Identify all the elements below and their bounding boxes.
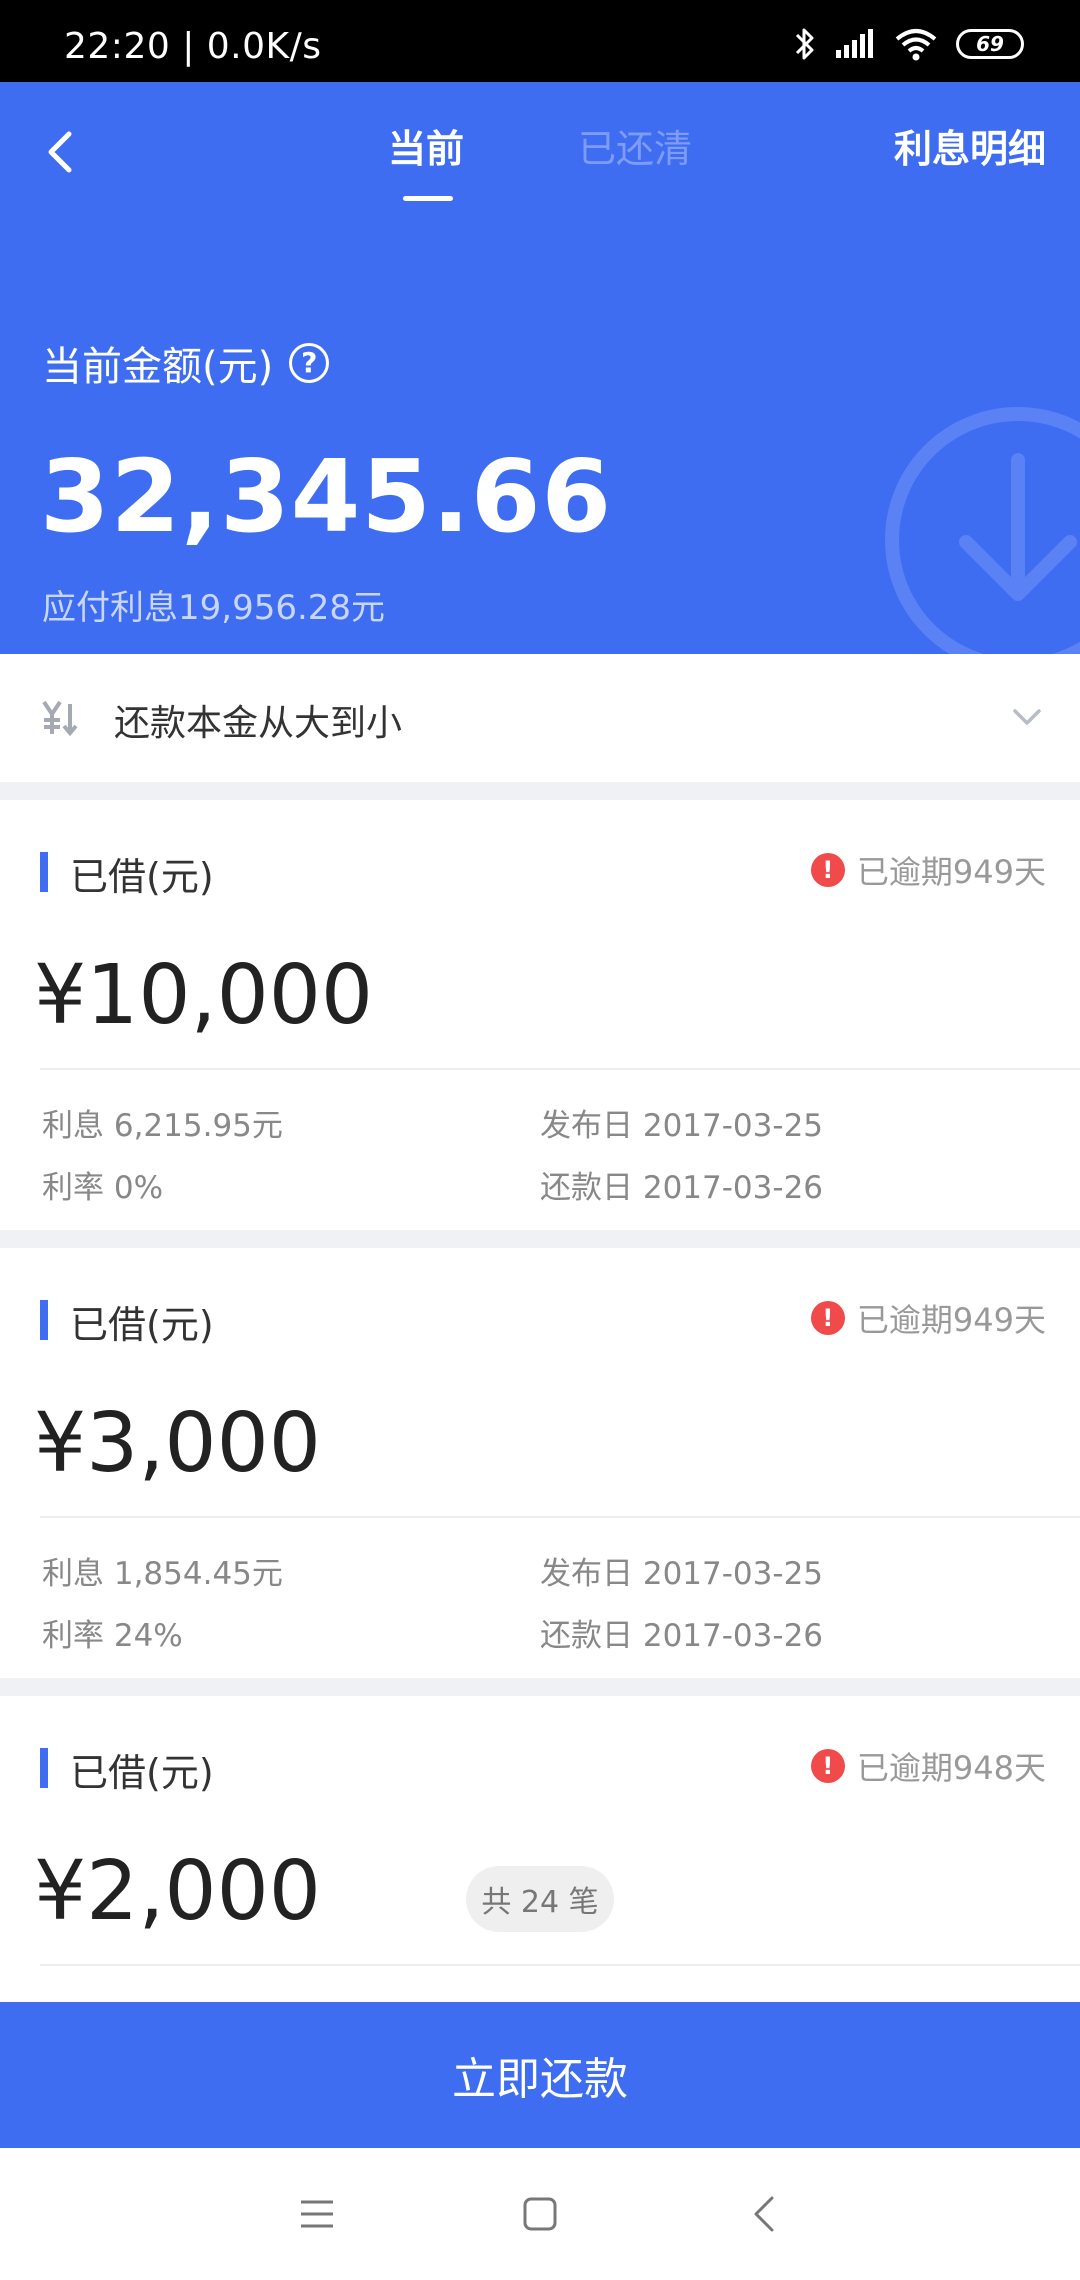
loan-title: 已借(元): [70, 1303, 214, 1347]
header: 当前 已还清 利息明细 当前金额(元) ? 32,345.66 应付利息19,9…: [0, 82, 1080, 654]
signal-icon: [836, 29, 873, 58]
overdue-text: 已逾期949天: [856, 853, 1046, 891]
alert-icon: !: [810, 1301, 845, 1335]
loan-publish-date: 发布日 2017-03-25: [540, 1108, 824, 1144]
interest-payable: 应付利息19,956.28元: [42, 588, 386, 628]
overdue-text: 已逾期949天: [856, 1301, 1046, 1339]
loan-repay-date: 还款日 2017-03-26: [540, 1170, 824, 1206]
repay-now-button[interactable]: 立即还款: [0, 2002, 1080, 2148]
chevron-left-icon: [48, 131, 72, 173]
chevron-down-icon: [1013, 709, 1041, 725]
loan-interest: 利息 6,215.95元: [42, 1108, 283, 1144]
current-amount-label-text: 当前金额(元): [42, 344, 274, 390]
help-icon[interactable]: ?: [289, 343, 330, 383]
loan-card[interactable]: 已借(元) ! 已逾期948天 ¥2,000: [0, 1696, 1080, 2002]
alert-icon: !: [810, 853, 845, 887]
wifi-icon: [895, 29, 937, 61]
section-gap: [0, 1678, 1080, 1696]
loan-amount: ¥10,000: [34, 948, 374, 1043]
current-amount-value: 32,345.66: [40, 438, 613, 555]
card-divider: [40, 1068, 1080, 1070]
overdue-status: ! 已逾期949天: [810, 850, 1046, 891]
loan-interest: 利息 1,854.45元: [42, 1556, 283, 1592]
system-nav-bar: [0, 2148, 1080, 2280]
status-separator: |: [182, 26, 207, 67]
section-gap: [0, 782, 1080, 800]
card-accent-bar: [40, 852, 48, 892]
loan-title: 已借(元): [70, 855, 214, 899]
alert-icon: !: [810, 1749, 845, 1783]
sort-label: 还款本金从大到小: [114, 703, 403, 744]
status-network-speed: 0.0K/s: [206, 26, 322, 67]
tab-current[interactable]: 当前: [388, 118, 464, 173]
status-time-speed: 22:20 | 0.0K/s: [64, 26, 322, 67]
card-divider: [40, 1516, 1080, 1518]
sort-yuan-icon: [42, 700, 78, 737]
overdue-text: 已逾期948天: [856, 1749, 1046, 1787]
section-gap: [0, 1230, 1080, 1248]
battery-level: 69: [976, 32, 1004, 56]
tab-cleared[interactable]: 已还清: [578, 118, 692, 173]
battery-icon: 69: [956, 29, 1024, 59]
overdue-status: ! 已逾期948天: [810, 1746, 1046, 1787]
home-icon[interactable]: [516, 2190, 564, 2238]
status-time: 22:20: [64, 26, 171, 67]
loan-amount: ¥2,000: [34, 1844, 321, 1939]
loan-card[interactable]: 已借(元) ! 已逾期949天 ¥10,000 利息 6,215.95元 利率 …: [0, 800, 1080, 1230]
loan-card[interactable]: 已借(元) ! 已逾期949天 ¥3,000 利息 1,854.45元 利率 2…: [0, 1248, 1080, 1678]
interest-detail-link[interactable]: 利息明细: [894, 118, 1046, 173]
loan-repay-date: 还款日 2017-03-26: [540, 1618, 824, 1654]
loan-amount: ¥3,000: [34, 1396, 321, 1491]
back-button[interactable]: [36, 112, 84, 192]
menu-icon[interactable]: [293, 2190, 341, 2238]
loan-count-badge[interactable]: 共 24 笔: [466, 1866, 614, 1932]
back-nav-icon[interactable]: [742, 2190, 790, 2238]
loan-publish-date: 发布日 2017-03-25: [540, 1556, 824, 1592]
status-icons: 69: [794, 24, 1024, 64]
status-bar: 22:20 | 0.0K/s 69: [0, 0, 1080, 82]
loan-title: 已借(元): [70, 1751, 214, 1795]
current-amount-label: 当前金额(元) ?: [42, 334, 330, 392]
sort-selector[interactable]: 还款本金从大到小: [0, 654, 1080, 782]
bluetooth-icon: [795, 28, 814, 60]
card-divider: [40, 1964, 1080, 1966]
overdue-status: ! 已逾期949天: [810, 1298, 1046, 1339]
loan-rate: 利率 0%: [42, 1170, 164, 1206]
loan-rate: 利率 24%: [42, 1618, 183, 1654]
tab-indicator: [403, 196, 453, 201]
card-accent-bar: [40, 1748, 48, 1788]
card-accent-bar: [40, 1300, 48, 1340]
download-circle-icon: [885, 407, 1080, 654]
